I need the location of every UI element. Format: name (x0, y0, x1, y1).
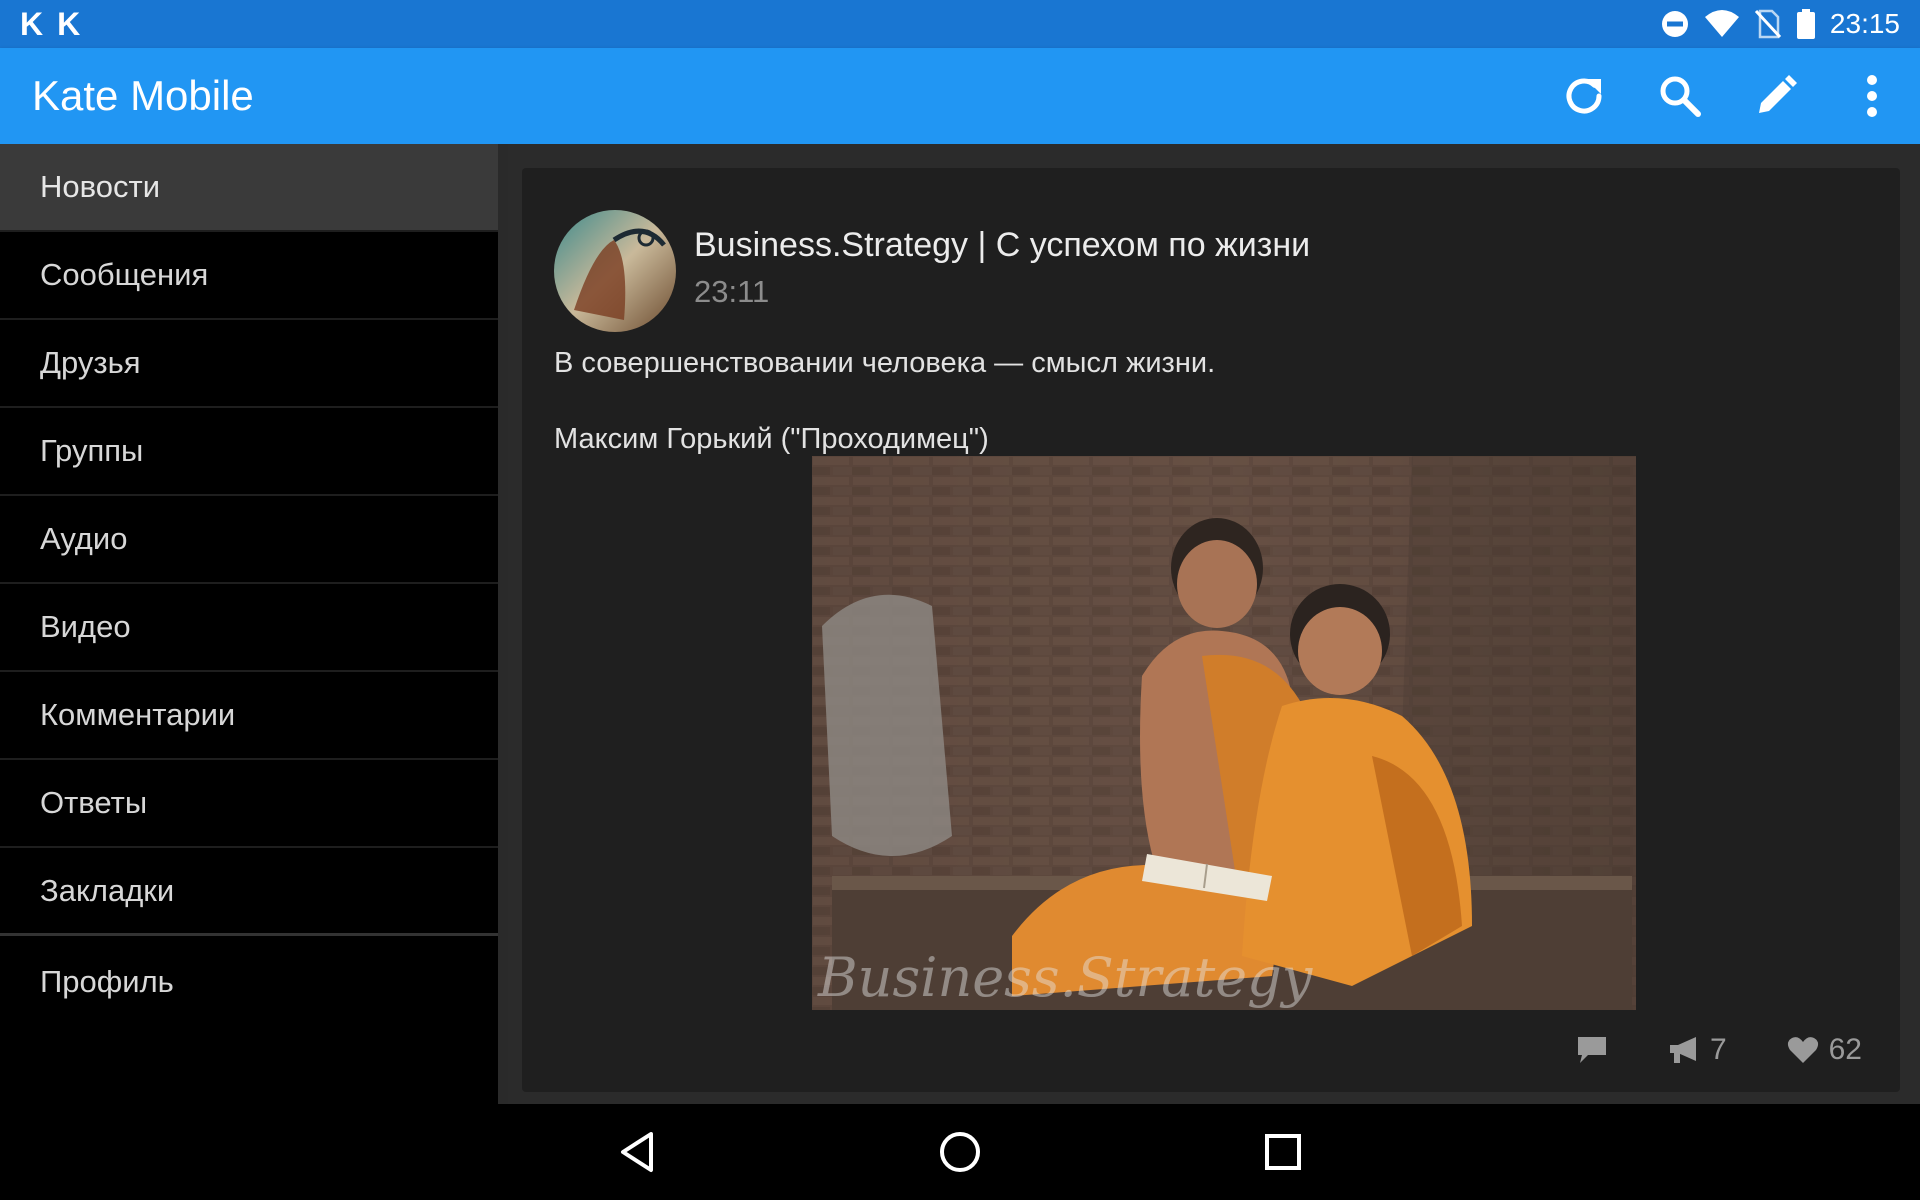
sidebar-item-label: Закладки (40, 872, 175, 908)
sidebar-item-profile[interactable]: Профиль (0, 936, 498, 1028)
back-button[interactable] (577, 1104, 697, 1200)
sidebar-item-label: Видео (40, 609, 131, 644)
author-avatar[interactable] (554, 210, 676, 332)
sidebar-item-label: Аудио (40, 521, 128, 556)
system-navigation-bar (0, 1104, 1920, 1200)
search-icon (1660, 76, 1701, 117)
news-feed[interactable]: Business.Strategy | С успехом по жизни 2… (508, 144, 1920, 1104)
sidebar-item-label: Группы (40, 433, 144, 468)
photo-watermark: Business.Strategy (817, 946, 1314, 1009)
post-actions: 7 62 (1576, 1026, 1862, 1074)
sidebar-item-replies[interactable]: Ответы (0, 760, 498, 848)
overflow-menu-button[interactable] (1824, 48, 1920, 144)
back-icon (621, 1132, 653, 1172)
do-not-disturb-icon (1661, 11, 1688, 37)
no-sim-icon (1754, 9, 1782, 39)
sidebar-item-label: Профиль (40, 964, 174, 999)
post-text-line: Максим Горький ("Проходимец") (554, 423, 989, 455)
post-photo[interactable]: Business.Strategy (812, 456, 1636, 1010)
edit-icon (1759, 75, 1797, 113)
comment-icon (1577, 1037, 1606, 1063)
heart-icon (1787, 1037, 1818, 1063)
avatar-image (554, 210, 676, 332)
post-time: 23:11 (694, 274, 770, 309)
kate-notification-icon: K (57, 6, 81, 42)
search-button[interactable] (1632, 48, 1728, 144)
refresh-button[interactable] (1536, 48, 1632, 144)
status-system-icons: 23:15 (1660, 0, 1900, 48)
app-bar: Kate Mobile (0, 48, 1920, 144)
wifi-icon (1704, 10, 1739, 37)
sidebar-item-bookmarks[interactable]: Закладки (0, 848, 498, 936)
status-bar: K K 23:15 (0, 0, 1920, 48)
app-title: Kate Mobile (32, 72, 254, 119)
home-icon (940, 1132, 980, 1172)
post-author[interactable]: Business.Strategy | С успехом по жизни (694, 226, 1310, 265)
app-bar-actions (1536, 48, 1920, 144)
megaphone-icon (1669, 1037, 1696, 1063)
navigation-drawer: Новости Сообщения Друзья Группы Аудио Ви… (0, 144, 498, 1104)
repost-button[interactable]: 7 (1668, 1033, 1727, 1067)
sidebar-item-friends[interactable]: Друзья (0, 320, 498, 408)
kate-notification-icon: K (20, 6, 44, 42)
repost-count: 7 (1709, 1033, 1727, 1066)
sidebar-item-label: Сообщения (40, 257, 209, 292)
sidebar-item-label: Ответы (40, 785, 148, 820)
compose-button[interactable] (1728, 48, 1824, 144)
sidebar-item-label: Новости (40, 169, 161, 204)
sidebar-item-groups[interactable]: Группы (0, 408, 498, 496)
battery-icon (1796, 9, 1815, 39)
post-text: В совершенствовании человека — смысл жиз… (554, 344, 1215, 458)
post-text-line: В совершенствовании человека — смысл жиз… (554, 347, 1216, 379)
sidebar-item-label: Комментарии (40, 697, 236, 732)
sidebar-item-news[interactable]: Новости (0, 144, 498, 232)
home-button[interactable] (900, 1104, 1020, 1200)
sidebar-item-audio[interactable]: Аудио (0, 496, 498, 584)
sidebar-item-label: Друзья (40, 345, 141, 380)
sidebar-item-video[interactable]: Видео (0, 584, 498, 672)
status-notifications: K K (20, 6, 80, 42)
sidebar-item-messages[interactable]: Сообщения (0, 232, 498, 320)
drawer-divider (498, 144, 508, 1104)
refresh-icon (1566, 78, 1602, 114)
status-clock: 23:15 (1829, 8, 1900, 39)
like-count: 62 (1828, 1033, 1862, 1066)
post-card[interactable]: Business.Strategy | С успехом по жизни 2… (522, 168, 1900, 1092)
sidebar-item-comments[interactable]: Комментарии (0, 672, 498, 760)
comments-button[interactable] (1576, 1035, 1608, 1065)
recents-icon (1265, 1134, 1301, 1170)
more-vert-icon (1867, 75, 1877, 117)
post-photo-image: Business.Strategy (812, 456, 1636, 1010)
recents-button[interactable] (1223, 1104, 1343, 1200)
like-button[interactable]: 62 (1787, 1033, 1862, 1067)
